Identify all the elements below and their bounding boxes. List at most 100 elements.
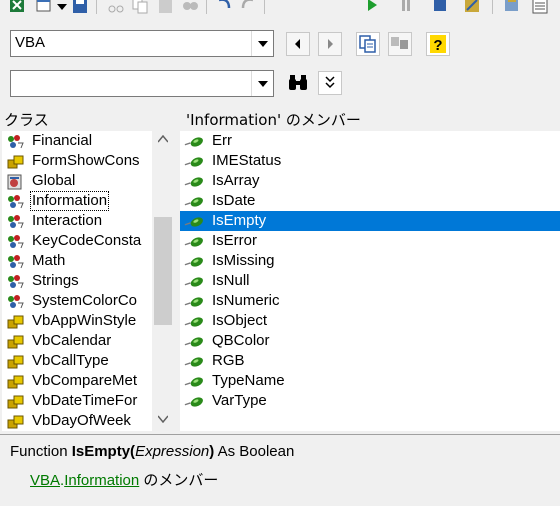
dropdown-icon[interactable] xyxy=(56,0,68,16)
enum-icon xyxy=(7,395,24,409)
classes-list[interactable]: Financial FormShowCons Global Information In… xyxy=(2,131,152,431)
run-icon[interactable] xyxy=(362,0,382,16)
library-combo[interactable]: VBA xyxy=(10,30,274,57)
classes-scrollbar[interactable] xyxy=(152,131,174,431)
go-back-button[interactable] xyxy=(286,32,310,56)
module-icon xyxy=(8,195,24,209)
view-definition-button[interactable] xyxy=(388,32,412,56)
method-icon xyxy=(184,137,203,147)
reset-icon[interactable] xyxy=(430,0,450,16)
member-item[interactable]: QBColor xyxy=(180,331,560,351)
view-definition-icon xyxy=(391,37,408,49)
search-text-combo[interactable] xyxy=(10,70,274,97)
search-button[interactable] xyxy=(286,71,310,95)
member-item[interactable]: IsMissing xyxy=(180,251,560,271)
member-item[interactable]: RGB xyxy=(180,351,560,371)
members-list[interactable]: Err IMEStatus IsArray IsDate IsEmpty IsError I… xyxy=(180,131,560,431)
class-item[interactable]: Information xyxy=(2,191,152,211)
member-item[interactable]: IsEmpty xyxy=(180,211,560,231)
member-item[interactable]: VarType xyxy=(180,391,560,411)
member-item[interactable]: IMEStatus xyxy=(180,151,560,171)
class-item[interactable]: Strings xyxy=(2,271,152,291)
help-button[interactable]: ? xyxy=(426,32,450,56)
design-mode-icon[interactable] xyxy=(462,0,482,16)
method-icon xyxy=(184,177,203,187)
member-item-label: IsArray xyxy=(212,172,260,189)
method-icon xyxy=(184,357,203,367)
member-item[interactable]: IsDate xyxy=(180,191,560,211)
scroll-up-arrow-icon[interactable] xyxy=(158,135,168,143)
method-icon xyxy=(184,197,203,207)
class-item[interactable]: Interaction xyxy=(2,211,152,231)
class-item[interactable]: VbDayOfWeek xyxy=(2,411,152,431)
signature-kind: Function xyxy=(10,443,72,460)
globals-icon xyxy=(7,174,22,190)
signature-name: IsEmpty( xyxy=(71,443,136,460)
member-item[interactable]: IsNull xyxy=(180,271,560,291)
member-item[interactable]: TypeName xyxy=(180,371,560,391)
class-link[interactable]: Information xyxy=(64,472,139,489)
pause-icon[interactable] xyxy=(396,0,416,16)
method-icon xyxy=(184,277,203,287)
binoculars-icon xyxy=(289,75,307,90)
class-item[interactable]: FormShowCons xyxy=(2,151,152,171)
copy-to-clipboard-button[interactable] xyxy=(356,32,380,56)
redo-icon[interactable] xyxy=(238,0,258,16)
find-icon[interactable] xyxy=(180,0,200,16)
class-item-label: VbCallType xyxy=(32,352,109,369)
class-item[interactable]: VbCalendar xyxy=(2,331,152,351)
save-icon[interactable] xyxy=(70,0,90,16)
toggle-search-results-button[interactable] xyxy=(318,71,342,95)
member-item-label: IsNumeric xyxy=(212,292,280,309)
signature-param: Expression xyxy=(135,443,210,460)
copy-icon[interactable] xyxy=(130,0,150,16)
member-of-line: VBA.Information のメンバー xyxy=(30,469,218,490)
module-icon xyxy=(8,295,24,309)
enum-icon xyxy=(7,415,24,429)
member-item[interactable]: IsObject xyxy=(180,311,560,331)
cut-icon[interactable] xyxy=(106,0,126,16)
class-item[interactable]: Global xyxy=(2,171,152,191)
member-of-text: のメンバー xyxy=(139,472,219,489)
go-forward-button[interactable] xyxy=(318,32,342,56)
class-item[interactable]: VbAppWinStyle xyxy=(2,311,152,331)
member-item-label: RGB xyxy=(212,352,245,369)
library-link[interactable]: VBA xyxy=(30,472,60,489)
scroll-down-arrow-icon[interactable] xyxy=(158,415,168,423)
paste-icon[interactable] xyxy=(156,0,176,16)
class-item[interactable]: VbDateTimeFor xyxy=(2,391,152,411)
member-item[interactable]: IsError xyxy=(180,231,560,251)
method-icon xyxy=(184,317,203,327)
class-item[interactable]: Financial xyxy=(2,131,152,151)
arrow-left-icon xyxy=(295,39,300,49)
scroll-thumb[interactable] xyxy=(154,217,172,325)
class-item-label: KeyCodeConsta xyxy=(32,232,142,249)
module-icon xyxy=(8,135,24,149)
enum-icon xyxy=(7,355,24,369)
enum-icon xyxy=(7,335,24,349)
project-explorer-icon[interactable] xyxy=(502,0,522,16)
member-item[interactable]: IsArray xyxy=(180,171,560,191)
member-item-label: TypeName xyxy=(212,372,285,389)
library-combo-value: VBA xyxy=(15,34,46,51)
method-icon xyxy=(184,337,203,347)
class-item[interactable]: VbCompareMet xyxy=(2,371,152,391)
member-item[interactable]: IsNumeric xyxy=(180,291,560,311)
undo-icon[interactable] xyxy=(214,0,234,16)
class-item-label: Information xyxy=(30,191,110,211)
class-item[interactable]: SystemColorCo xyxy=(2,291,152,311)
properties-icon[interactable] xyxy=(530,0,550,16)
class-item[interactable]: KeyCodeConsta xyxy=(2,231,152,251)
class-item[interactable]: Math xyxy=(2,251,152,271)
class-item[interactable]: VbCallType xyxy=(2,351,152,371)
member-item[interactable]: Err xyxy=(180,131,560,151)
module-icon xyxy=(8,275,24,289)
module-icon xyxy=(8,255,24,269)
member-item-label: QBColor xyxy=(212,332,270,349)
userform-icon[interactable] xyxy=(34,0,54,16)
excel-icon[interactable] xyxy=(8,0,28,16)
member-item-label: IsMissing xyxy=(212,252,275,269)
chevron-down-icon[interactable] xyxy=(251,71,273,96)
member-item-label: IsObject xyxy=(212,312,268,329)
chevron-down-icon[interactable] xyxy=(251,31,273,56)
